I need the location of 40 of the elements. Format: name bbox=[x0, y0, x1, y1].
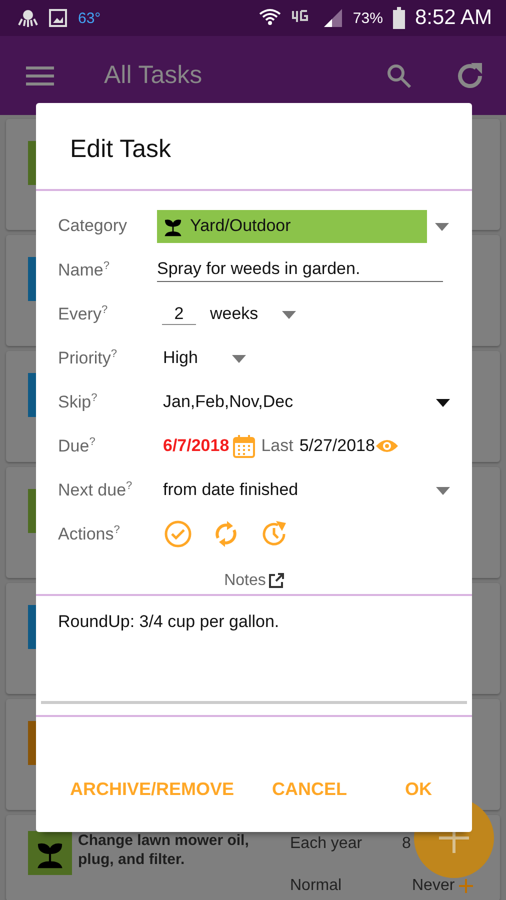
image-icon bbox=[48, 8, 68, 28]
last-label: Last bbox=[261, 436, 294, 456]
field-label: Category bbox=[58, 216, 128, 236]
field-label: Priority$^{?}$ bbox=[58, 348, 118, 368]
task-name: Change lawn mower oil, plug, and filter. bbox=[78, 831, 250, 869]
dropdown-value[interactable]: Jan,Feb,Nov,Dec bbox=[157, 392, 436, 412]
field-label: Due$^{?}$ bbox=[58, 436, 96, 456]
field-label: Actions$^{?}$ bbox=[58, 524, 121, 544]
last-date: 5/27/2018 bbox=[299, 436, 375, 456]
battery-percent: 73% bbox=[352, 10, 383, 26]
frequency: Each year bbox=[290, 835, 362, 853]
clock: 8:52 AM bbox=[414, 6, 492, 30]
field-label: Name$^{?}$ bbox=[58, 260, 110, 280]
dropdown-value[interactable]: from date finished bbox=[157, 480, 436, 500]
notes-field[interactable]: RoundUp: 3/4 cup per gallon. bbox=[41, 596, 467, 704]
external-link-icon[interactable] bbox=[268, 573, 284, 589]
field-label: Next due$^{?}$ bbox=[58, 480, 134, 500]
priority-select[interactable]: High bbox=[157, 348, 198, 368]
battery-icon bbox=[392, 7, 405, 29]
search-icon[interactable] bbox=[386, 62, 412, 88]
due-date[interactable]: 6/7/2018 bbox=[157, 436, 230, 456]
last-done: Never bbox=[412, 877, 455, 895]
field-label: Skip$^{?}$ bbox=[58, 392, 98, 412]
dialog-title: Edit Task bbox=[36, 103, 472, 191]
interval-field[interactable]: 2 bbox=[162, 304, 196, 324]
name-field[interactable]: Spray for weeds in garden. bbox=[157, 258, 443, 282]
notes-label: Notes bbox=[224, 572, 266, 590]
screen-title: All Tasks bbox=[104, 61, 204, 90]
interval-unit[interactable]: weeks bbox=[210, 304, 258, 324]
category-select[interactable]: Yard/Outdoor bbox=[157, 210, 427, 242]
wifi-icon bbox=[258, 8, 281, 28]
due-date: 8 bbox=[402, 835, 411, 853]
menu-icon[interactable] bbox=[26, 66, 54, 86]
temperature: 63° bbox=[78, 10, 101, 26]
dropdown-arrow-icon[interactable] bbox=[436, 399, 450, 407]
priority: Normal bbox=[290, 877, 342, 895]
check-circle-icon[interactable] bbox=[164, 520, 192, 548]
octopus-icon bbox=[18, 8, 38, 28]
signal-icon bbox=[322, 8, 343, 28]
field-label: Every$^{?}$ bbox=[58, 304, 109, 324]
